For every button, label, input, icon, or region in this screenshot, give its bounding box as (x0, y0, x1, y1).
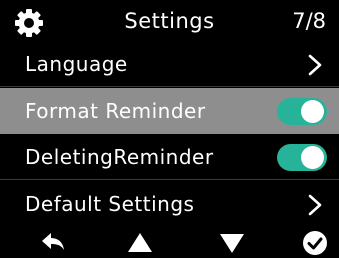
toggle-knob (301, 146, 324, 169)
header-bar: Settings 7/8 (0, 0, 339, 46)
menu-item-label: DeletingReminder (25, 145, 214, 169)
format-reminder-toggle[interactable] (277, 98, 327, 125)
bottom-nav-bar (0, 226, 339, 258)
down-arrow-icon[interactable] (219, 230, 245, 256)
menu-item-label: Format Reminder (25, 99, 206, 123)
menu-item-default-settings[interactable]: Default Settings (0, 181, 339, 227)
up-arrow-icon[interactable] (127, 230, 153, 256)
row-divider (0, 179, 339, 180)
menu-item-format-reminder[interactable]: Format Reminder (0, 88, 339, 134)
chevron-right-icon (308, 194, 322, 216)
toggle-knob (301, 100, 324, 123)
menu-item-language[interactable]: Language (0, 41, 339, 87)
chevron-right-icon (308, 54, 322, 76)
deleting-reminder-toggle[interactable] (277, 144, 327, 171)
menu-item-label: Default Settings (25, 192, 195, 216)
back-icon[interactable] (40, 230, 66, 256)
menu-item-deleting-reminder[interactable]: DeletingReminder (0, 134, 339, 180)
page-title: Settings (124, 9, 215, 33)
menu-item-label: Language (25, 52, 128, 76)
page-indicator: 7/8 (292, 9, 326, 33)
confirm-check-icon[interactable] (302, 230, 328, 256)
row-divider (0, 86, 339, 87)
